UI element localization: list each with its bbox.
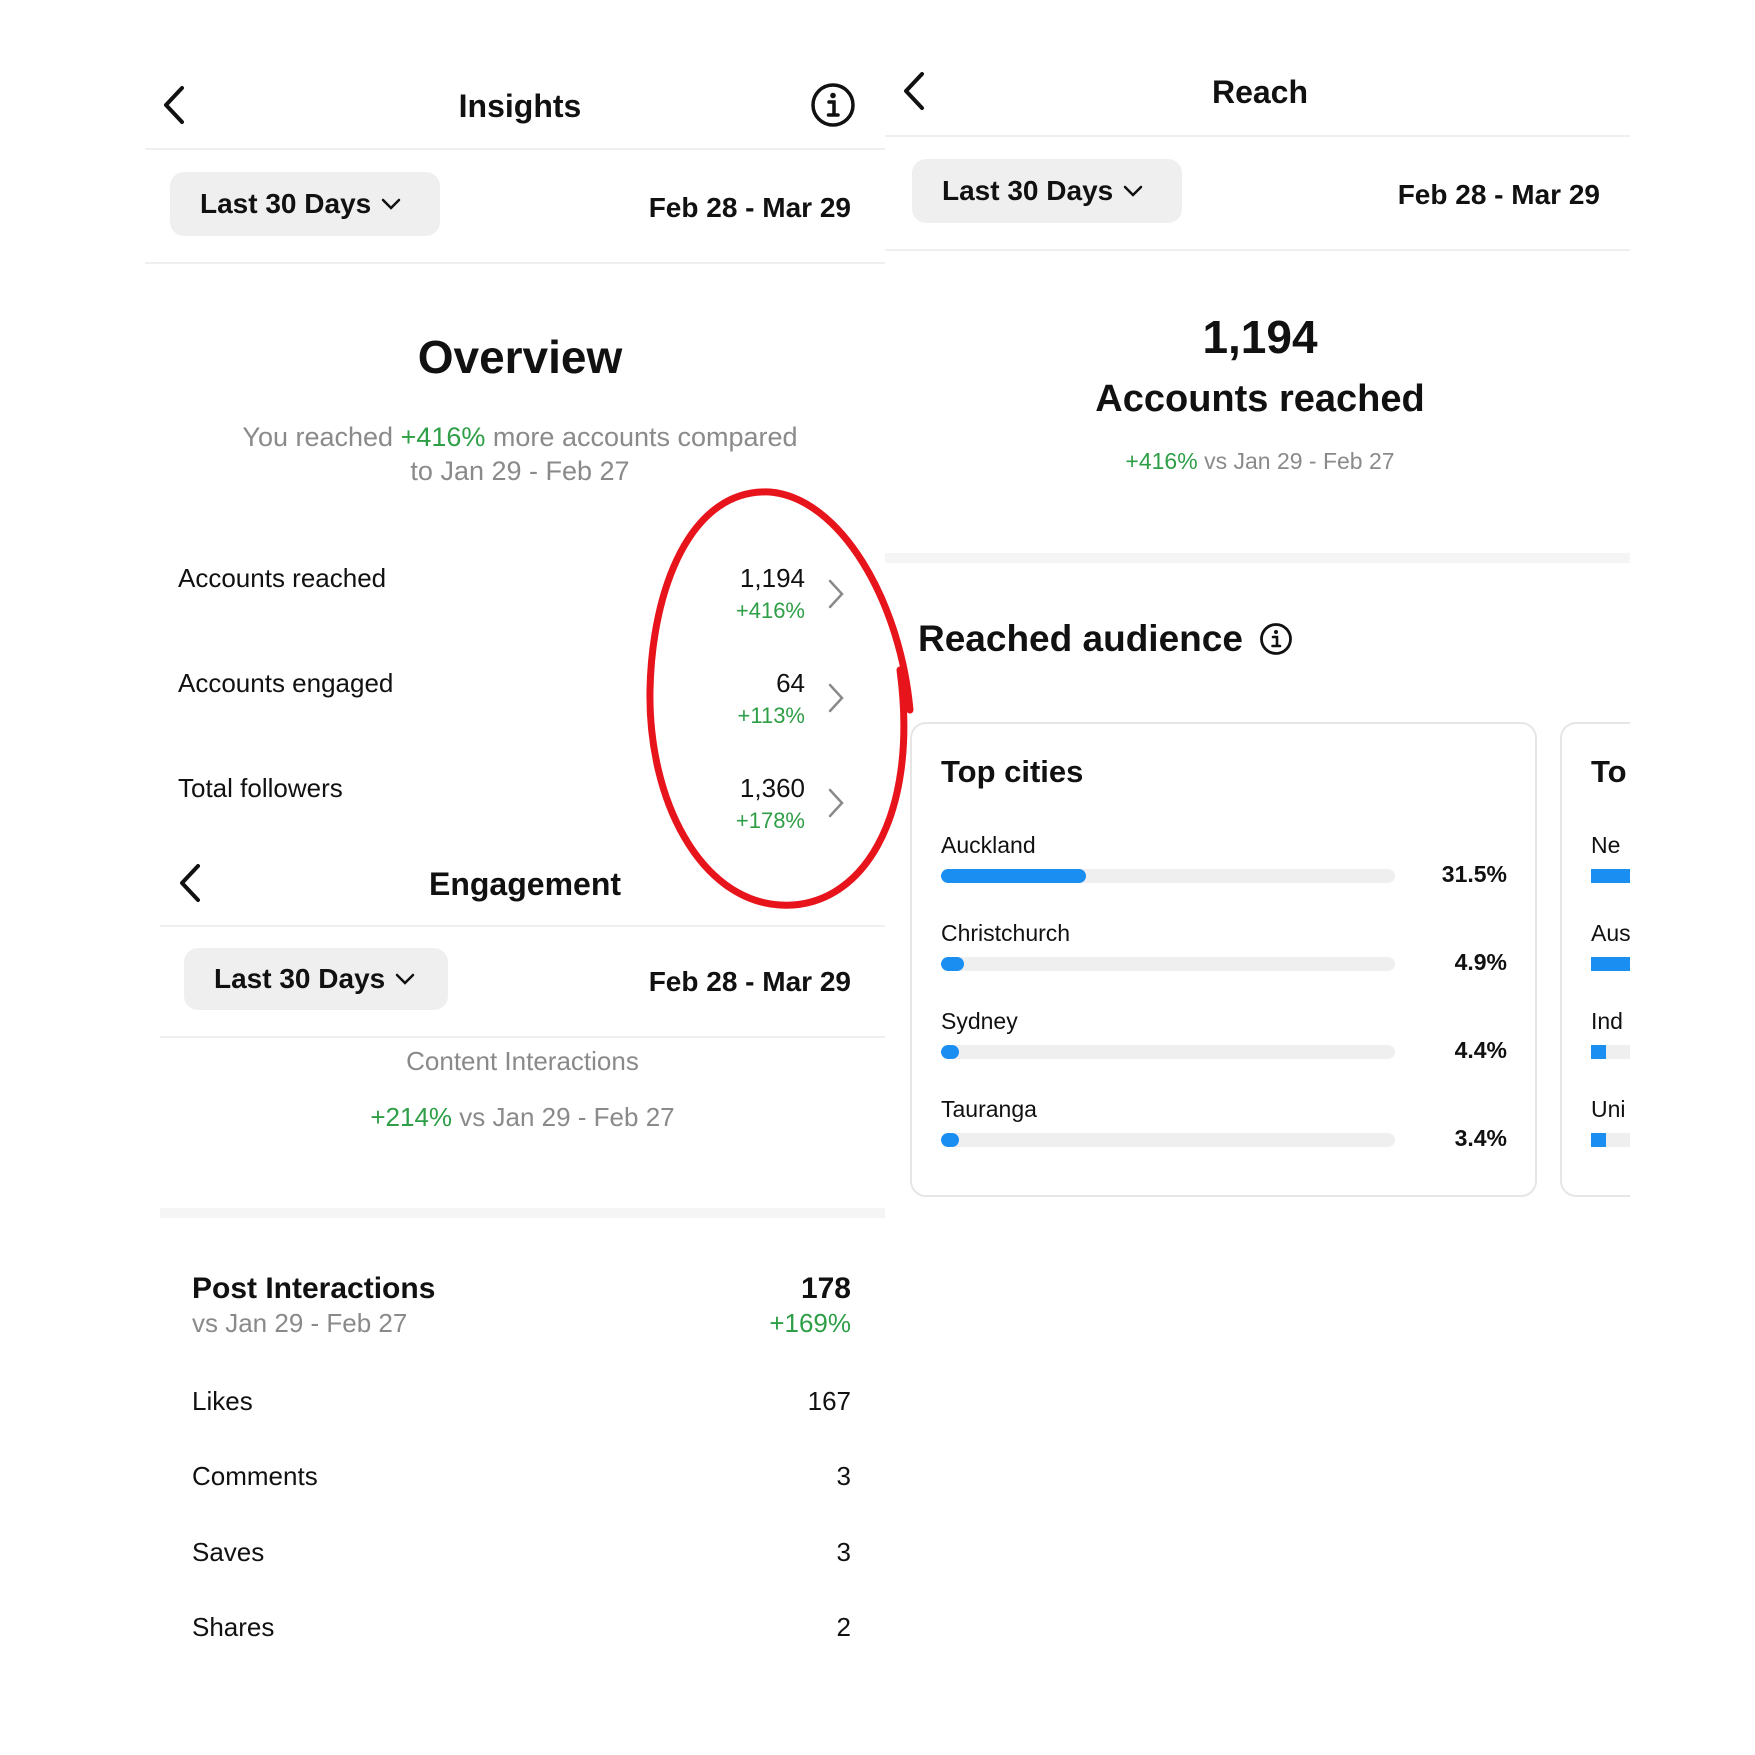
summary-suffix: more accounts compared	[492, 422, 798, 452]
summary-prefix: You reached	[242, 422, 394, 452]
clipped-bar-track	[1591, 957, 1630, 971]
insights-title: Insights	[458, 88, 582, 124]
row-label: Likes	[192, 1386, 253, 1416]
engagement-title: Engagement	[428, 866, 622, 902]
content-compare: vs Jan 29 - Feb 27	[459, 1102, 675, 1132]
range-label: Last 30 Days	[200, 188, 372, 219]
city-name: Tauranga	[941, 1096, 1037, 1122]
clipped-item-name: Aus	[1591, 920, 1630, 946]
reach-section-divider	[885, 553, 1630, 563]
engagement-header-divider	[160, 925, 885, 927]
city-name: Christchurch	[941, 920, 1071, 946]
reached-audience-title: Reached audience	[918, 618, 1293, 660]
engagement-section-divider	[160, 1208, 885, 1218]
audience-title-text: Reached audience	[918, 618, 1243, 659]
overview-title: Overview	[417, 331, 623, 383]
top-cities-title: Top cities	[941, 754, 1084, 789]
insights-back-button[interactable]	[160, 84, 188, 126]
range-label: Last 30 Days	[214, 963, 386, 994]
city-bar-fill	[941, 1133, 960, 1147]
chevron-down-icon	[381, 197, 401, 211]
top-cities-card[interactable]: Top cities Auckland 31.5% Christchurch 4…	[910, 722, 1537, 1197]
row-value: 167	[807, 1386, 851, 1416]
chevron-left-icon	[904, 72, 924, 110]
insights-date-range: Feb 28 - Mar 29	[648, 192, 851, 223]
range-label: Last 30 Days	[942, 175, 1114, 206]
chevron-left-icon	[164, 86, 184, 124]
reach-date-range: Feb 28 - Mar 29	[1397, 179, 1600, 210]
clipped-bar-track	[1591, 1045, 1630, 1059]
chevron-down-icon	[395, 972, 415, 986]
reach-delta-line: +416% vs Jan 29 - Feb 27	[1010, 448, 1510, 475]
city-bar-track	[941, 869, 1395, 883]
city-pct: 31.5%	[1441, 861, 1507, 887]
row-label: Accounts reached	[178, 563, 387, 593]
overview-summary: You reached +416% more accounts compared…	[170, 420, 870, 488]
post-interactions-value: 178	[800, 1272, 851, 1305]
row-value: 2	[836, 1612, 851, 1642]
clipped-bar-fill	[1591, 957, 1630, 971]
clipped-bar-fill	[1591, 869, 1630, 883]
post-interactions-delta: +169%	[769, 1308, 851, 1338]
top-countries-card-clipped[interactable]: To Ne Aus Ind Uni	[1560, 722, 1630, 1197]
engagement-range-divider	[160, 1036, 885, 1038]
content-interactions-delta-line: +214% vs Jan 29 - Feb 27	[260, 1102, 785, 1133]
row-label: Shares	[192, 1612, 275, 1642]
reach-delta: +416%	[1125, 448, 1198, 474]
red-circle-annotation	[646, 488, 914, 909]
clipped-item-name: Ind	[1591, 1008, 1623, 1034]
info-icon	[811, 83, 855, 127]
insights-header-divider	[145, 148, 885, 150]
reach-header-divider	[885, 135, 1630, 137]
engagement-range-dropdown[interactable]: Last 30 Days	[184, 948, 448, 1010]
clipped-bar-track	[1591, 869, 1630, 883]
insights-range-divider	[145, 262, 885, 264]
row-value: 3	[836, 1537, 851, 1567]
city-bar-track	[941, 957, 1395, 971]
reach-range-dropdown[interactable]: Last 30 Days	[912, 159, 1182, 223]
clipped-card-title: To	[1591, 754, 1627, 789]
engagement-back-button[interactable]	[176, 862, 204, 904]
city-bar-fill	[941, 869, 1087, 883]
city-bar-fill	[941, 1045, 960, 1059]
row-label: Comments	[192, 1461, 318, 1491]
info-icon[interactable]	[1259, 622, 1293, 656]
summary-delta: +416%	[400, 422, 486, 452]
city-pct: 4.4%	[1454, 1037, 1507, 1063]
engagement-date-range: Feb 28 - Mar 29	[648, 966, 851, 997]
summary-line2: to Jan 29 - Feb 27	[410, 456, 630, 486]
reach-big-number: 1,194	[1202, 311, 1318, 363]
reach-title: Reach	[1211, 74, 1309, 110]
row-value: 3	[836, 1461, 851, 1491]
post-interactions-compare: vs Jan 29 - Feb 27	[192, 1308, 408, 1338]
chevron-down-icon	[1123, 184, 1143, 198]
clipped-bar-track	[1591, 1133, 1630, 1147]
reach-back-button[interactable]	[900, 70, 928, 112]
row-label: Saves	[192, 1537, 265, 1567]
city-bar-track	[941, 1133, 1395, 1147]
clipped-bar-fill	[1591, 1045, 1606, 1059]
reach-big-label: Accounts reached	[1095, 378, 1425, 420]
clipped-item-name: Ne	[1591, 832, 1621, 858]
row-label: Total followers	[178, 773, 343, 803]
info-button[interactable]	[810, 82, 856, 133]
content-interactions-label: Content Interactions	[406, 1046, 639, 1076]
clipped-item-name: Uni	[1591, 1096, 1626, 1122]
chevron-left-icon	[180, 864, 200, 902]
city-bar-track	[941, 1045, 1395, 1059]
reach-range-divider	[885, 249, 1630, 251]
content-delta: +214%	[370, 1102, 453, 1132]
city-pct: 4.9%	[1454, 949, 1507, 975]
city-bar-fill	[941, 957, 964, 971]
row-label: Accounts engaged	[178, 668, 394, 698]
city-name: Auckland	[941, 832, 1036, 858]
post-interactions-title: Post Interactions	[192, 1272, 436, 1305]
insights-range-dropdown[interactable]: Last 30 Days	[170, 172, 440, 236]
clipped-bar-fill	[1591, 1133, 1606, 1147]
city-pct: 3.4%	[1454, 1125, 1507, 1151]
city-name: Sydney	[941, 1008, 1018, 1034]
reach-compare: vs Jan 29 - Feb 27	[1204, 448, 1395, 474]
